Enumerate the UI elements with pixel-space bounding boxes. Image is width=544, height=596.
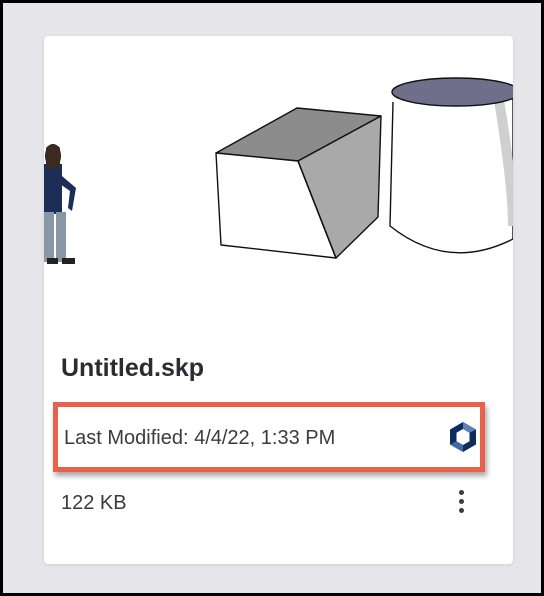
last-modified-text: Last Modified: 4/4/22, 1:33 PM: [64, 427, 336, 449]
model-thumbnail[interactable]: [44, 36, 513, 336]
trimble-connect-icon[interactable]: [446, 420, 480, 454]
file-name[interactable]: Untitled.skp: [61, 354, 204, 383]
more-vertical-icon: [458, 490, 464, 495]
file-card[interactable]: Untitled.skp Last Modified: 4/4/22, 1:33…: [44, 36, 513, 564]
window-frame: Untitled.skp Last Modified: 4/4/22, 1:33…: [3, 3, 541, 593]
cylinder-shape: [389, 77, 513, 254]
scale-figure: [44, 144, 76, 264]
file-size: 122 KB: [61, 492, 127, 514]
last-modified-row: Last Modified: 4/4/22, 1:33 PM: [53, 402, 485, 472]
more-options-button[interactable]: [450, 486, 472, 520]
box-shape: [215, 107, 382, 259]
